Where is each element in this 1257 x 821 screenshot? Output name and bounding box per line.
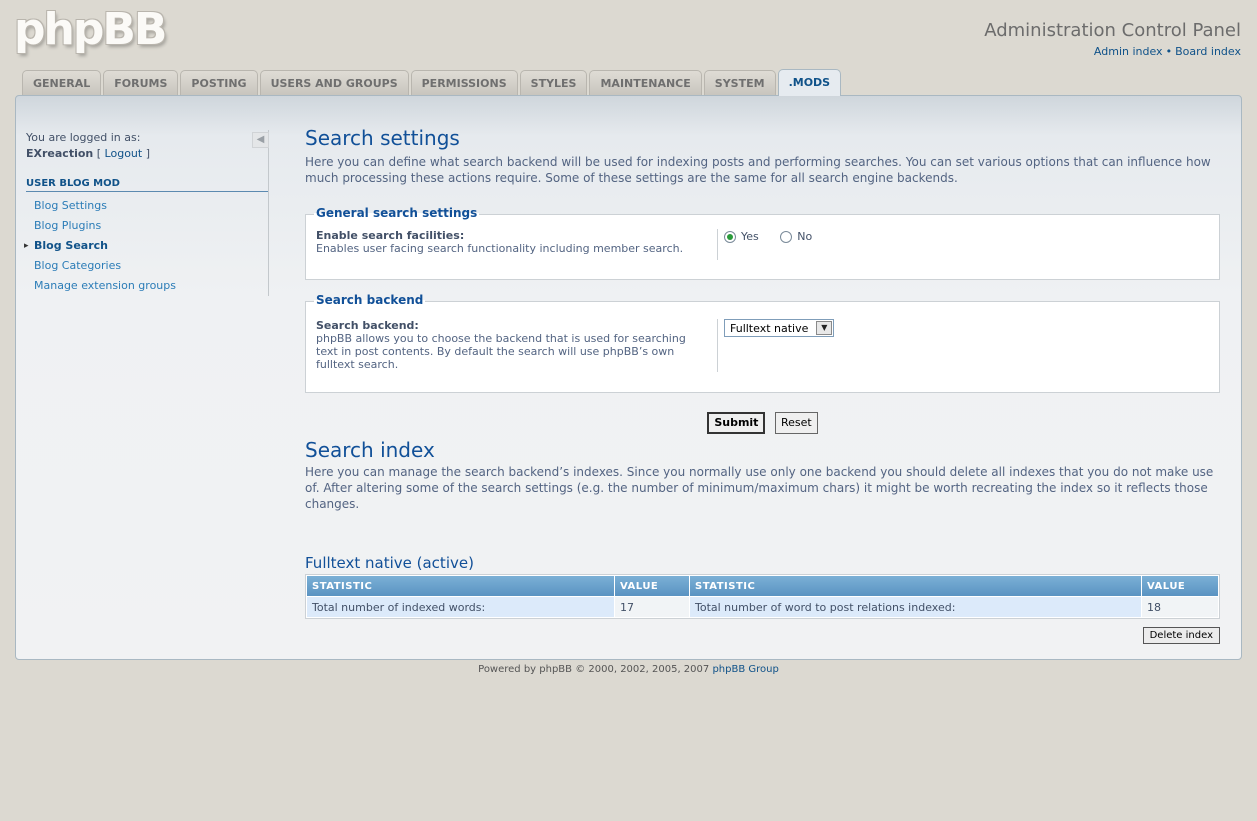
submit-button[interactable]: Submit [707, 412, 766, 434]
index-stats-wrapper: STATISTIC VALUE STATISTIC VALUE Total nu… [305, 574, 1220, 644]
sidebar-menu: Blog Settings Blog Plugins Blog Search B… [24, 196, 268, 296]
tab-system[interactable]: SYSTEM [703, 70, 776, 95]
column-header: STATISTIC [307, 576, 614, 596]
logout-link[interactable]: Logout [105, 147, 143, 160]
footer: Powered by phpBB © 2000, 2002, 2005, 200… [0, 664, 1257, 675]
search-backend-fieldset: Search backend Search backend: phpBB all… [305, 293, 1220, 393]
delete-index-button[interactable]: Delete index [1142, 627, 1220, 644]
sidebar-item-label[interactable]: Blog Plugins [34, 219, 101, 232]
enable-search-label-cell: Enable search facilities: Enables user f… [306, 229, 718, 260]
radio-yes[interactable]: Yes [724, 230, 759, 243]
phpbb-logo[interactable]: phpBB [14, 4, 167, 55]
search-index-title: Search index [305, 438, 435, 462]
main-panel: You are logged in as: EXreaction [ Logou… [15, 95, 1242, 660]
radio-no-icon[interactable] [780, 230, 793, 243]
search-backend-selected: Fulltext native [730, 321, 809, 335]
sidebar-item-blog-plugins[interactable]: Blog Plugins [26, 216, 268, 236]
enable-search-explain: Enables user facing search functionality… [316, 242, 684, 255]
form-buttons: Submit Reset [305, 412, 1220, 434]
link-separator: • [1165, 45, 1173, 58]
collapse-menu-icon[interactable]: ◀ [252, 132, 269, 148]
search-backend-legend: Search backend [314, 293, 426, 307]
sidebar-item-manage-extension-groups[interactable]: Manage extension groups [26, 276, 268, 296]
chevron-down-icon[interactable]: ▼ [816, 321, 833, 335]
acp-title: Administration Control Panel [984, 20, 1241, 41]
sidebar: You are logged in as: EXreaction [ Logou… [24, 130, 269, 296]
menu-section-title: USER BLOG MOD [26, 178, 268, 192]
search-backend-explain: phpBB allows you to choose the backend t… [316, 332, 686, 371]
sidebar-item-blog-settings[interactable]: Blog Settings [26, 196, 268, 216]
tab-posting[interactable]: POSTING [180, 70, 258, 95]
stat-value-word-relations: 18 [1142, 597, 1218, 617]
admin-index-link[interactable]: Admin index [1094, 45, 1163, 58]
tab-permissions[interactable]: PERMISSIONS [410, 70, 518, 95]
index-stats-table: STATISTIC VALUE STATISTIC VALUE Total nu… [305, 574, 1220, 619]
radio-no[interactable]: No [780, 230, 812, 243]
tab-maintenance[interactable]: MAINTENANCE [589, 70, 702, 95]
sidebar-item-label[interactable]: Manage extension groups [34, 279, 176, 292]
search-index-description: Here you can manage the search backend’s… [305, 465, 1214, 511]
table-row: Total number of indexed words: 17 Total … [307, 597, 1218, 617]
general-search-fieldset: General search settings Enable search fa… [305, 206, 1220, 280]
search-backend-control: Fulltext native ▼ [718, 319, 835, 372]
search-settings-title: Search settings [305, 126, 460, 150]
tab-bar: GENERAL FORUMS POSTING USERS AND GROUPS … [22, 69, 842, 96]
search-backend-select[interactable]: Fulltext native ▼ [724, 319, 835, 337]
top-links: Admin index • Board index [1094, 45, 1241, 58]
table-header-row: STATISTIC VALUE STATISTIC VALUE [307, 576, 1218, 596]
search-settings-description: Here you can define what search backend … [305, 155, 1211, 185]
column-header: VALUE [615, 576, 689, 596]
enable-search-control: Yes No [718, 229, 830, 260]
stat-value-indexed-words: 17 [615, 597, 689, 617]
sidebar-item-label[interactable]: Blog Settings [34, 199, 107, 212]
username: EXreaction [26, 147, 94, 160]
tab-mods[interactable]: .MODS [777, 69, 842, 96]
radio-no-label: No [797, 230, 813, 243]
radio-yes-icon[interactable] [724, 230, 736, 243]
sidebar-item-label[interactable]: Blog Categories [34, 259, 121, 272]
logged-in-label: You are logged in as: [26, 131, 141, 144]
fulltext-native-title: Fulltext native (active) [305, 554, 474, 572]
login-info: You are logged in as: EXreaction [ Logou… [26, 130, 268, 162]
board-index-link[interactable]: Board index [1175, 45, 1241, 58]
radio-yes-label: Yes [741, 230, 759, 243]
logout-bracket-close: ] [145, 147, 151, 160]
sidebar-item-label[interactable]: Blog Search [34, 239, 108, 252]
tab-forums[interactable]: FORUMS [103, 70, 179, 95]
stat-label-indexed-words: Total number of indexed words: [307, 597, 614, 617]
stat-label-word-relations: Total number of word to post relations i… [690, 597, 1141, 617]
tab-general[interactable]: GENERAL [22, 70, 102, 95]
content: Search settings Here you can define what… [305, 126, 1220, 644]
sidebar-item-blog-search[interactable]: Blog Search [24, 236, 268, 256]
logout-bracket-open: [ [96, 147, 102, 160]
reset-button[interactable]: Reset [774, 412, 818, 434]
search-backend-label: Search backend: [316, 319, 419, 332]
column-header: STATISTIC [690, 576, 1141, 596]
tab-users-and-groups[interactable]: USERS AND GROUPS [259, 70, 409, 95]
tab-styles[interactable]: STYLES [519, 70, 588, 95]
footer-text: Powered by phpBB © 2000, 2002, 2005, 200… [478, 664, 710, 675]
phpbb-group-link[interactable]: phpBB Group [712, 664, 778, 675]
general-search-legend: General search settings [314, 206, 480, 220]
column-header: VALUE [1142, 576, 1218, 596]
sidebar-item-blog-categories[interactable]: Blog Categories [26, 256, 268, 276]
enable-search-label: Enable search facilities: [316, 229, 465, 242]
search-backend-label-cell: Search backend: phpBB allows you to choo… [306, 319, 718, 372]
